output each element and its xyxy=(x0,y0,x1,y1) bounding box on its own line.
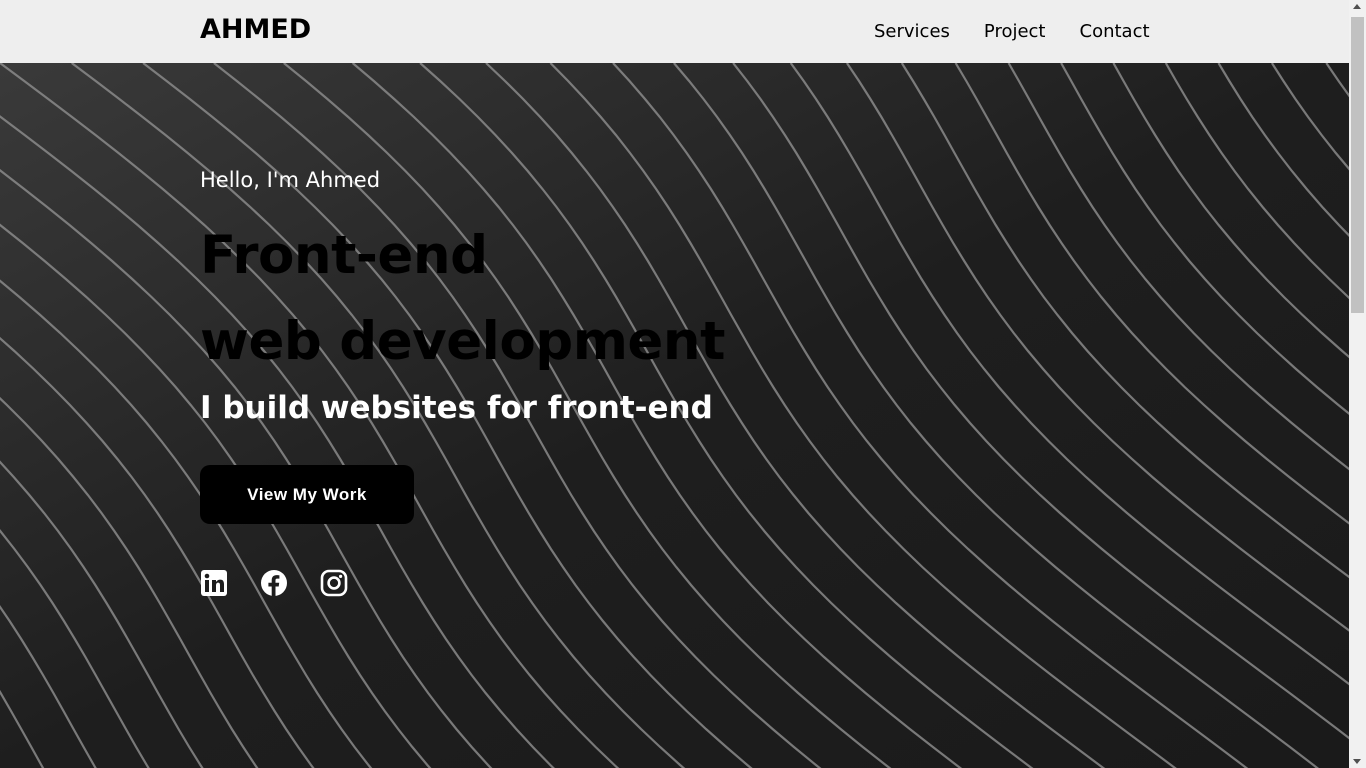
hero-section: Hello, I'm Ahmed Front-end web developme… xyxy=(0,63,1349,768)
nav-link-project[interactable]: Project xyxy=(984,21,1046,42)
hero-greeting: Hello, I'm Ahmed xyxy=(200,168,381,192)
scrollbar-thumb[interactable] xyxy=(1351,17,1364,313)
headline-line-2: web development xyxy=(200,311,725,372)
linkedin-icon[interactable] xyxy=(200,569,228,597)
scroll-down-arrow-icon[interactable] xyxy=(1353,759,1361,764)
page-scrollbar[interactable] xyxy=(1349,0,1366,768)
hero-headline: Front-end web development xyxy=(200,213,725,385)
social-links xyxy=(200,569,380,597)
scroll-up-arrow-icon[interactable] xyxy=(1353,4,1361,9)
navbar: AHMED Services Project Contact xyxy=(0,0,1349,63)
hero-subheading: I build websites for front-end xyxy=(200,390,713,426)
facebook-icon[interactable] xyxy=(260,569,288,597)
instagram-icon[interactable] xyxy=(320,569,348,597)
logo[interactable]: AHMED xyxy=(200,14,311,45)
headline-line-1: Front-end xyxy=(200,225,488,286)
nav-link-services[interactable]: Services xyxy=(874,21,950,42)
nav-link-contact[interactable]: Contact xyxy=(1080,21,1150,42)
view-my-work-button[interactable]: View My Work xyxy=(200,465,414,524)
nav-links: Services Project Contact xyxy=(874,21,1184,42)
